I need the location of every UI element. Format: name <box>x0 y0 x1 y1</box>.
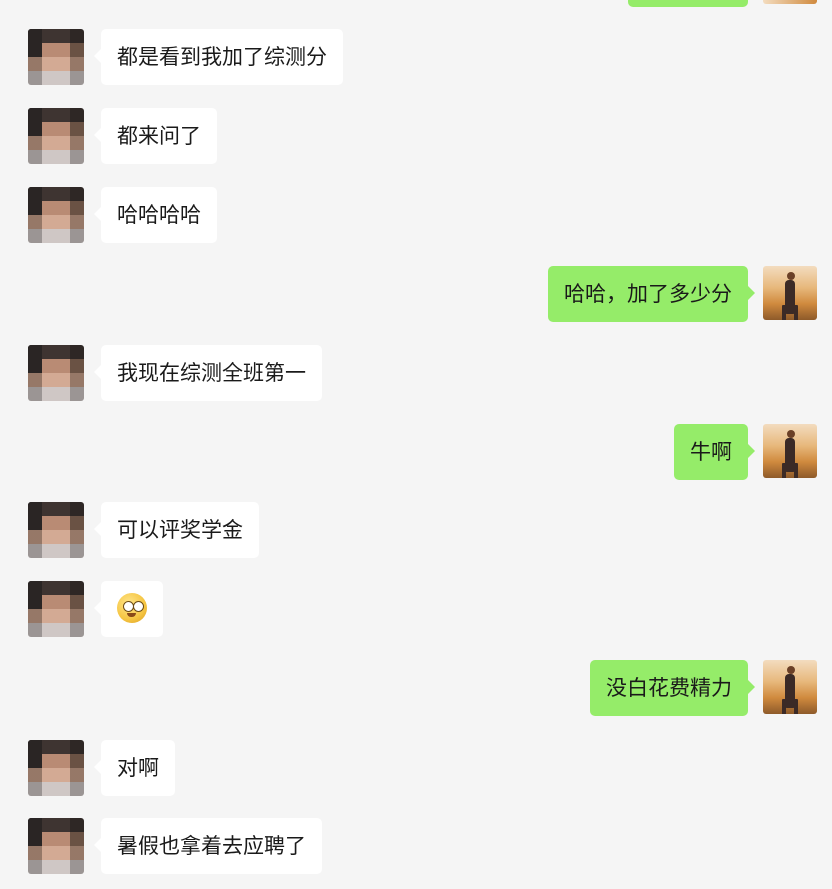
contact-avatar[interactable] <box>28 740 84 796</box>
message-bubble-received[interactable] <box>94 581 163 637</box>
message-bubble-sent[interactable]: 哈哈，加了多少分 <box>548 266 755 322</box>
message-bubble-received[interactable]: 哈哈哈哈 <box>94 187 217 243</box>
surprised-face-emoji-icon <box>117 593 147 623</box>
self-avatar[interactable] <box>763 660 817 714</box>
self-avatar[interactable] <box>763 424 817 478</box>
message-bubble-received[interactable]: 可以评奖学金 <box>94 502 259 558</box>
contact-avatar[interactable] <box>28 108 84 164</box>
contact-avatar[interactable] <box>28 187 84 243</box>
contact-avatar[interactable] <box>28 581 84 637</box>
contact-avatar[interactable] <box>28 345 84 401</box>
contact-avatar[interactable] <box>28 818 84 874</box>
partial-message-bubble <box>628 0 748 7</box>
message-bubble-received[interactable]: 都来问了 <box>94 108 217 164</box>
message-bubble-sent[interactable]: 牛啊 <box>674 424 755 480</box>
message-bubble-received[interactable]: 暑假也拿着去应聘了 <box>94 818 322 874</box>
contact-avatar[interactable] <box>28 29 84 85</box>
partial-self-avatar <box>763 0 817 4</box>
message-bubble-received[interactable]: 对啊 <box>94 740 175 796</box>
message-bubble-received[interactable]: 都是看到我加了综测分 <box>94 29 343 85</box>
contact-avatar[interactable] <box>28 502 84 558</box>
message-bubble-received[interactable]: 我现在综测全班第一 <box>94 345 322 401</box>
chat-message-list[interactable]: 都是看到我加了综测分 都来问了 哈哈哈哈 哈哈，加了多少分 我现在综测全班第一 … <box>0 0 832 889</box>
self-avatar[interactable] <box>763 266 817 320</box>
message-bubble-sent[interactable]: 没白花费精力 <box>590 660 755 716</box>
